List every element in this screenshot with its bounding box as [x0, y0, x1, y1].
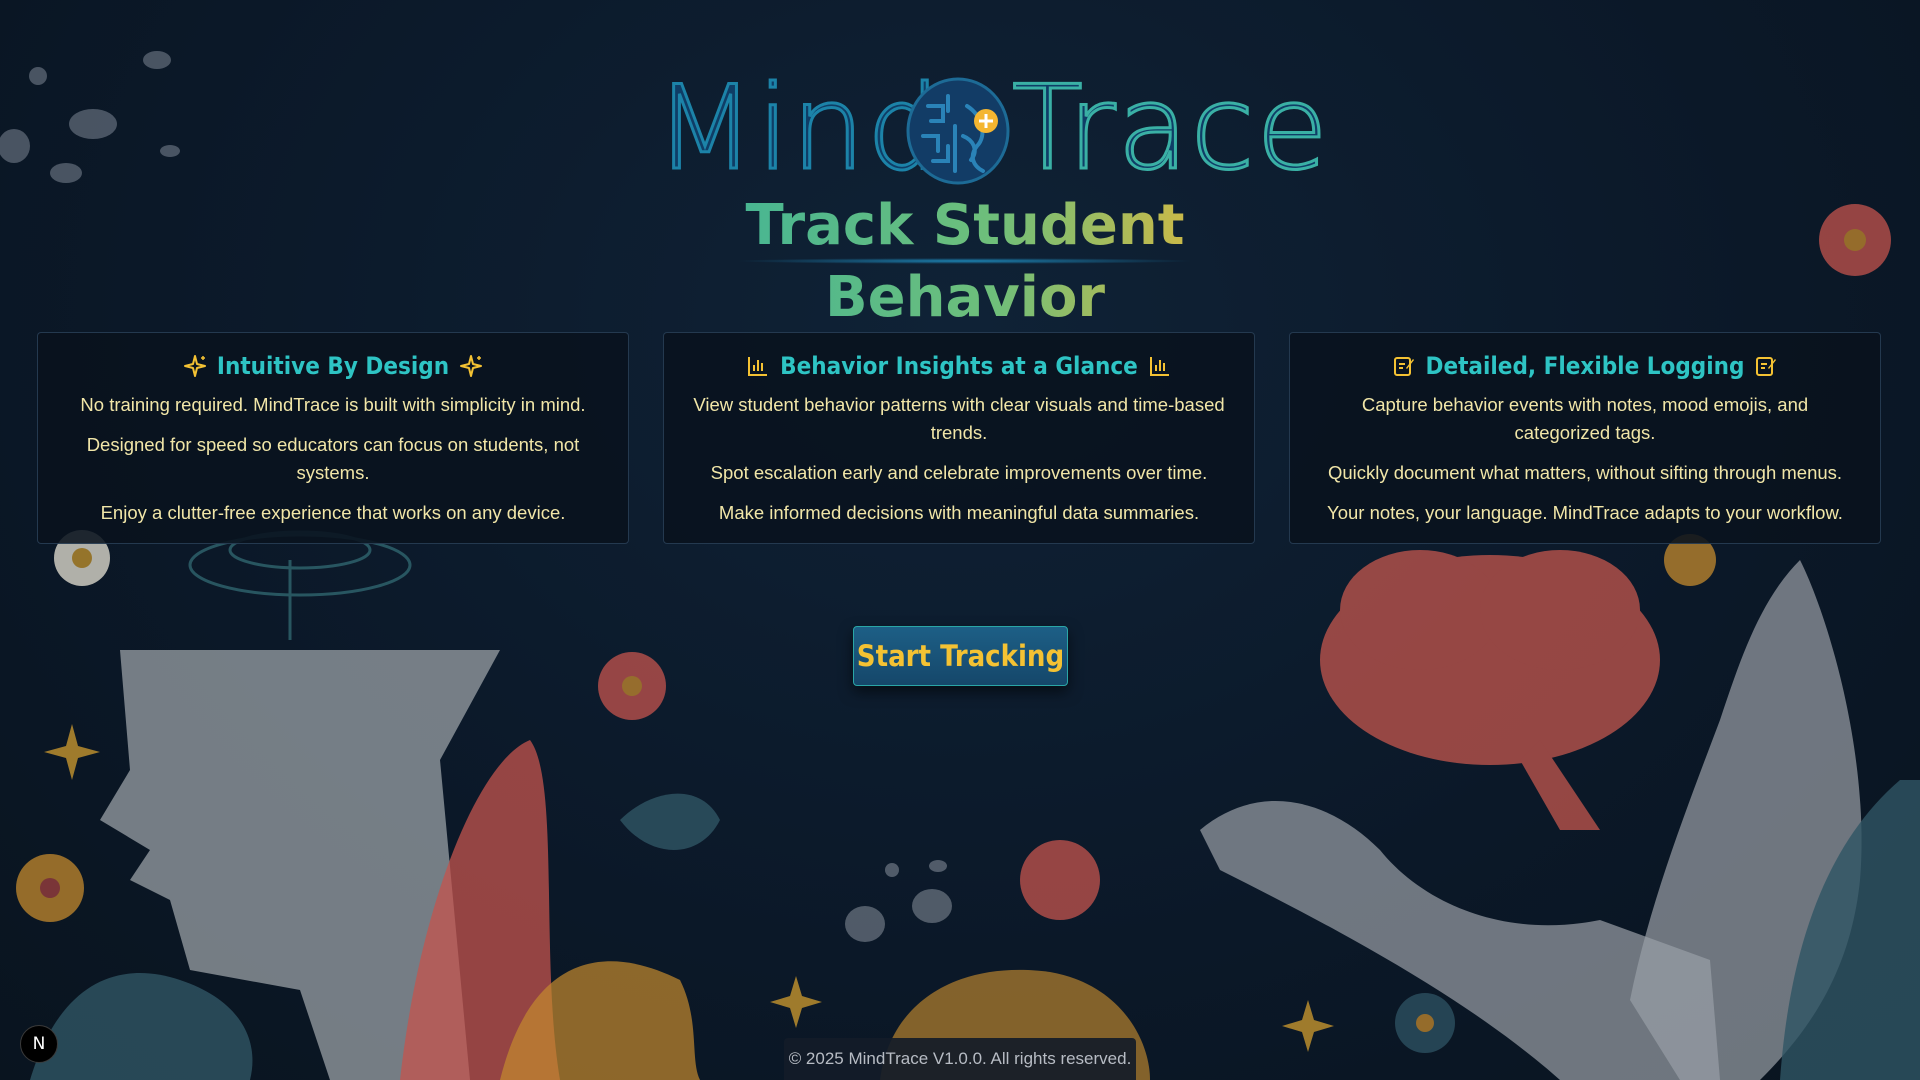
feature-card-title: Intuitive By Design	[38, 349, 628, 383]
edit-note-icon	[1393, 357, 1414, 376]
landing-page: Mind Trace Track Student Behavior Intuit…	[0, 0, 1920, 1080]
bar-chart-icon	[1149, 357, 1169, 376]
feature-card-intuitive: Intuitive By Design No training required…	[37, 332, 629, 544]
feature-card-title: Detailed, Flexible Logging	[1290, 349, 1880, 383]
bar-chart-icon	[748, 357, 768, 376]
edit-note-icon	[1756, 357, 1777, 376]
feature-line: No training required. MindTrace is built…	[80, 394, 586, 415]
sparkle-icon	[460, 355, 483, 377]
feature-line: Designed for speed so educators can focu…	[86, 434, 580, 483]
sparkle-icon	[183, 355, 206, 377]
footer-copyright: © 2025 MindTrace V1.0.0. All rights rese…	[784, 1038, 1136, 1080]
feature-title-text: Detailed, Flexible Logging	[1425, 352, 1745, 380]
feature-card-insights: Behavior Insights at a Glance View stude…	[663, 332, 1255, 544]
nextjs-dev-badge[interactable]: N	[20, 1025, 58, 1063]
feature-line: Capture behavior events with notes, mood…	[1361, 394, 1809, 443]
feature-card-title: Behavior Insights at a Glance	[664, 349, 1254, 383]
feature-title-text: Behavior Insights at a Glance	[780, 352, 1138, 380]
start-tracking-button[interactable]: Start Tracking	[853, 626, 1068, 686]
feature-line: Quickly document what matters, without s…	[1327, 462, 1843, 483]
feature-line: View student behavior patterns with clea…	[693, 394, 1225, 443]
brand-logo: Mind Trace Track Student Behavior	[653, 61, 1329, 330]
feature-line: Spot escalation early and celebrate impr…	[710, 462, 1208, 483]
logo-word-trace: Trace	[1011, 61, 1330, 196]
logo-wordmark: Mind Trace	[653, 61, 1329, 196]
feature-line: Your notes, your language. MindTrace ada…	[1327, 502, 1843, 523]
feature-line: Enjoy a clutter-free experience that wor…	[100, 502, 566, 523]
logo-word-mind: Mind	[653, 61, 943, 196]
brain-logo-icon	[906, 77, 1010, 185]
feature-card-logging: Detailed, Flexible Logging Capture behav…	[1289, 332, 1881, 544]
feature-title-text: Intuitive By Design	[216, 352, 450, 380]
feature-line: Make informed decisions with meaningful …	[718, 502, 1200, 523]
logo-underline-glow	[735, 258, 1195, 264]
